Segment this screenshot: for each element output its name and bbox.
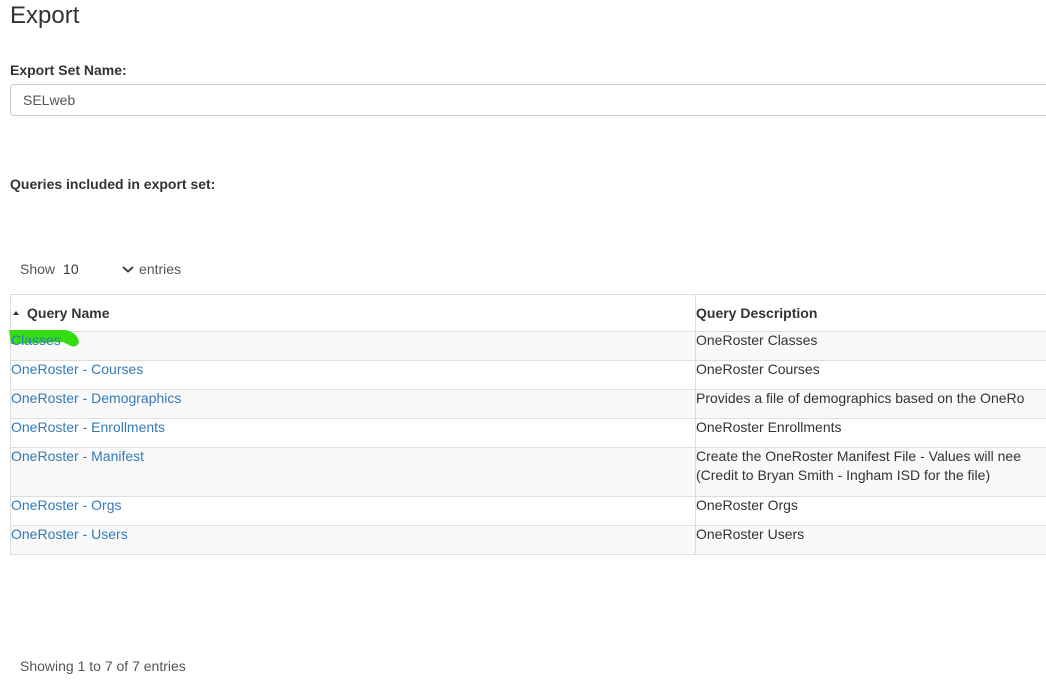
query-name-cell: Classes (9, 330, 696, 361)
export-set-name-label: Export Set Name: (10, 62, 127, 78)
query-name-cell: OneRoster - Manifest (10, 447, 696, 497)
table-row: OneRoster - Orgs OneRoster Orgs (10, 496, 1046, 526)
query-name-cell: OneRoster - Courses (10, 360, 696, 390)
query-name-cell: OneRoster - Enrollments (10, 418, 696, 448)
show-label: Show (20, 261, 56, 277)
query-name-header[interactable]: Query Name (10, 294, 696, 332)
entries-label: entries (139, 261, 182, 277)
description-line: (Credit to Bryan Smith - Ingham ISD for … (696, 467, 991, 483)
table-row: OneRoster - Manifest Create the OneRoste… (10, 447, 1046, 497)
table-row: Classes OneRoster Classes (9, 330, 1046, 361)
query-description-cell: OneRoster Courses (695, 360, 1046, 390)
query-description-header[interactable]: Query Description (695, 294, 1046, 332)
entries-select[interactable]: 10 (63, 261, 135, 277)
query-description-cell: Provides a file of demographics based on… (695, 389, 1046, 419)
entries-length-control: Show 10 entries (20, 260, 181, 278)
table-row: OneRoster - Users OneRoster Users (10, 525, 1046, 555)
description-line: Create the OneRoster Manifest File - Val… (696, 448, 1022, 465)
table-info: Showing 1 to 7 of 7 entries (20, 658, 186, 674)
query-name-cell: OneRoster - Orgs (10, 496, 696, 526)
query-link-users[interactable]: OneRoster - Users (11, 526, 128, 542)
query-description-cell: OneRoster Classes (695, 331, 1046, 361)
query-link-orgs[interactable]: OneRoster - Orgs (11, 497, 121, 513)
table-row: OneRoster - Courses OneRoster Courses (10, 360, 1046, 390)
page-title: Export (10, 2, 80, 29)
query-name-cell: OneRoster - Demographics (10, 389, 696, 419)
query-link-demographics[interactable]: OneRoster - Demographics (11, 390, 181, 406)
query-link-manifest[interactable]: OneRoster - Manifest (11, 448, 144, 464)
query-description-cell: OneRoster Enrollments (695, 418, 1046, 448)
queries-label: Queries included in export set: (10, 176, 216, 192)
query-description-cell: OneRoster Orgs (695, 496, 1046, 526)
queries-table: Query Name Query Description Classes One… (9, 294, 1046, 555)
highlighted-query-link[interactable]: Classes (9, 330, 79, 348)
table-row: OneRoster - Demographics Provides a file… (10, 389, 1046, 419)
query-description-cell: OneRoster Users (695, 525, 1046, 555)
query-link-courses[interactable]: OneRoster - Courses (11, 361, 143, 377)
entries-select-value: 10 (63, 261, 79, 277)
table-header-row: Query Name Query Description (10, 294, 1046, 332)
table-row: OneRoster - Enrollments OneRoster Enroll… (10, 418, 1046, 448)
query-link-classes[interactable]: Classes (11, 332, 61, 348)
chevron-down-icon (122, 266, 134, 273)
query-link-enrollments[interactable]: OneRoster - Enrollments (11, 419, 165, 435)
query-description-cell: Create the OneRoster Manifest File - Val… (695, 447, 1046, 497)
sort-asc-icon (13, 311, 19, 316)
export-set-name-input[interactable] (10, 84, 1046, 116)
query-name-cell: OneRoster - Users (10, 525, 696, 555)
